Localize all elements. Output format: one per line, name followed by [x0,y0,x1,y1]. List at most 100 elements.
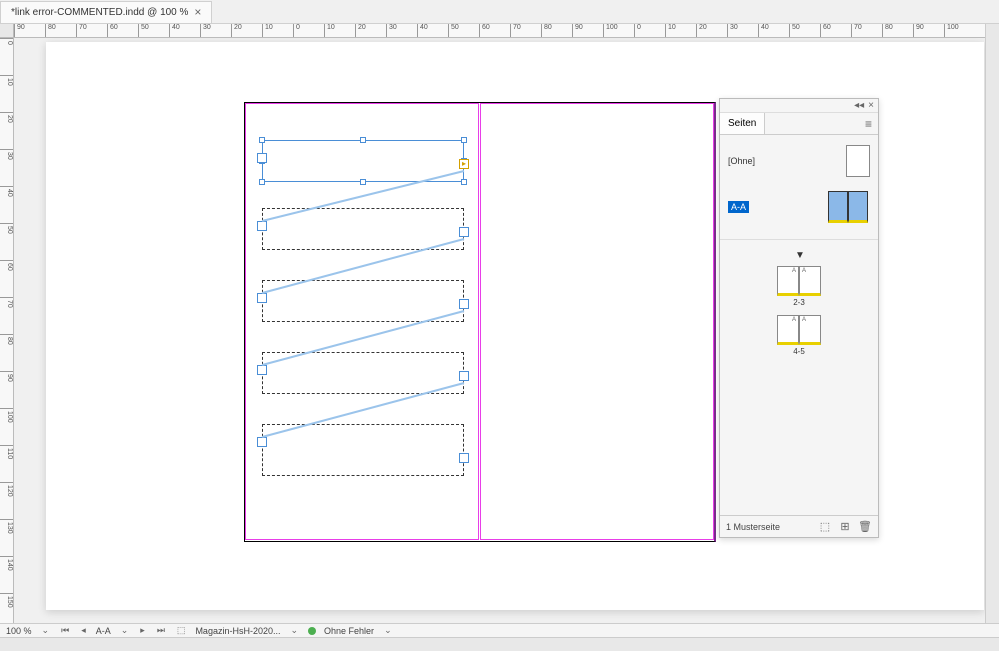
text-frame[interactable] [262,424,464,476]
horizontal-ruler[interactable]: 9080706050403020100102030405060708090100… [14,24,985,38]
ruler-tick: 50 [0,223,13,226]
selection-handle[interactable] [360,137,366,143]
ruler-tick: 30 [727,24,730,37]
thread-out-port[interactable] [459,159,469,169]
ruler-tick: 70 [851,24,854,37]
ruler-tick: 20 [0,112,13,115]
ruler-tick: 30 [386,24,389,37]
document-tab-title: *link error-COMMENTED.indd @ 100 % [11,7,188,18]
ruler-tick: 100 [0,408,13,411]
thread-out-port[interactable] [459,453,469,463]
ruler-tick: 70 [76,24,79,37]
panel-close-icon[interactable]: × [868,100,874,111]
master-label: [Ohne] [728,156,755,166]
ruler-tick: 40 [758,24,761,37]
selection-handle[interactable] [259,137,265,143]
master-thumb[interactable] [828,191,870,223]
ruler-tick: 150 [0,593,13,596]
page-spread[interactable] [244,102,716,542]
pages-tab[interactable]: Seiten [720,113,765,134]
ruler-tick: 140 [0,556,13,559]
horizontal-scrollbar[interactable] [0,637,999,651]
spread-label: 4-5 [793,347,805,356]
ruler-tick: 10 [0,75,13,78]
zoom-level[interactable]: 100 % [6,626,32,636]
prev-page-icon[interactable]: ◂ [79,625,88,636]
thread-in-port[interactable] [257,221,267,231]
thread-in-port[interactable] [257,437,267,447]
master-a[interactable]: A-A [728,187,870,227]
edit-page-size-icon[interactable]: ⬚ [818,520,832,534]
ruler-tick: 80 [45,24,48,37]
spread-thumb[interactable]: 4-5 [776,315,822,356]
document-canvas[interactable]: ◂◂ × Seiten ≡ [Ohne] A-A ▼ [14,38,985,623]
ruler-tick: 0 [634,24,637,37]
panel-tab-bar: Seiten ≡ [720,113,878,135]
ruler-tick: 100 [603,24,606,37]
master-none[interactable]: [Ohne] [728,141,870,181]
last-page-icon[interactable]: ⏭ [155,625,167,636]
ruler-tick: 80 [882,24,885,37]
ruler-tick: 40 [417,24,420,37]
ruler-tick: 90 [0,371,13,374]
document-tab[interactable]: *link error-COMMENTED.indd @ 100 % × [0,1,212,23]
panel-menu-icon[interactable]: ≡ [859,117,878,131]
text-frame[interactable] [262,352,464,394]
ruler-tick: 10 [262,24,265,37]
page-indicator[interactable]: A-A [96,626,111,636]
ruler-tick: 90 [913,24,916,37]
selection-handle[interactable] [259,179,265,185]
open-dialog-icon[interactable]: ⬚ [175,625,188,636]
status-bar: 100 % ⌄ ⏮ ◂ A-A ⌄ ▸ ⏭ ⬚ Magazin-HsH-2020… [0,623,999,637]
ruler-tick: 60 [0,260,13,263]
ruler-tick: 70 [510,24,513,37]
zoom-dropdown-icon[interactable]: ⌄ [40,625,52,636]
thread-out-port[interactable] [459,371,469,381]
selection-handle[interactable] [360,179,366,185]
ruler-tick: 50 [789,24,792,37]
delete-page-icon[interactable]: 🗑 [858,520,872,534]
ruler-tick: 30 [0,149,13,152]
ruler-tick: 110 [0,445,13,448]
spread-thumb[interactable]: 2-3 [776,266,822,307]
text-frame[interactable] [262,140,464,182]
first-page-icon[interactable]: ⏮ [59,625,71,636]
ruler-tick: 40 [169,24,172,37]
ruler-tick: 10 [324,24,327,37]
preflight-dropdown-icon[interactable]: ⌄ [382,625,394,636]
ruler-tick: 130 [0,519,13,522]
ruler-tick: 100 [944,24,947,37]
vertical-scrollbar[interactable] [985,24,999,623]
thread-out-port[interactable] [459,299,469,309]
next-page-icon[interactable]: ▸ [138,625,147,636]
thread-in-port[interactable] [257,153,267,163]
collapse-icon[interactable]: ◂◂ [854,100,864,111]
close-icon[interactable]: × [194,5,201,19]
thread-in-port[interactable] [257,365,267,375]
pages-panel[interactable]: ◂◂ × Seiten ≡ [Ohne] A-A ▼ [719,98,879,538]
pages-tab-label: Seiten [728,118,756,129]
preflight-status-icon [308,627,316,635]
ruler-tick: 0 [0,38,13,41]
section-start-icon: ▼ [795,250,803,258]
ruler-tick: 60 [479,24,482,37]
thread-in-port[interactable] [257,293,267,303]
text-frame[interactable] [262,280,464,322]
ruler-tick: 80 [0,334,13,337]
selection-handle[interactable] [461,137,467,143]
ruler-tick: 0 [293,24,296,37]
selection-handle[interactable] [461,179,467,185]
new-page-icon[interactable]: ⊞ [838,520,852,534]
ruler-origin[interactable] [0,24,14,38]
ruler-tick: 50 [448,24,451,37]
doc-name[interactable]: Magazin-HsH-2020... [195,626,280,636]
master-thumb[interactable] [846,145,870,177]
ruler-tick: 90 [14,24,17,37]
ruler-tick: 30 [200,24,203,37]
vertical-ruler[interactable]: 0102030405060708090100110120130140150 [0,38,14,623]
thread-out-port[interactable] [459,227,469,237]
page-dropdown-icon[interactable]: ⌄ [119,625,131,636]
preflight-text[interactable]: Ohne Fehler [324,626,374,636]
ruler-tick: 120 [0,482,13,485]
doc-dropdown-icon[interactable]: ⌄ [288,625,300,636]
